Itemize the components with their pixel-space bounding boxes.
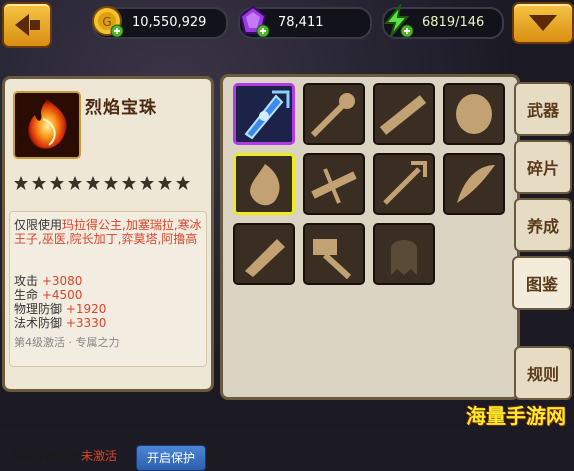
blue-trident-icon [236, 86, 292, 142]
site-watermark: 海量手游网 [466, 404, 566, 428]
svg-text:G: G [102, 15, 111, 29]
energy-bolt-plus-icon [383, 4, 414, 38]
star-icon [50, 176, 64, 190]
ghost-spirit-icon [375, 225, 433, 283]
stone-orb-icon [445, 85, 503, 143]
star-icon [68, 176, 82, 190]
gold-counter[interactable]: G 10,550,929 [92, 6, 228, 39]
grid-slot[interactable] [443, 83, 505, 145]
back-button[interactable] [2, 2, 52, 48]
grid-slot[interactable] [303, 223, 365, 285]
gem-value: 78,411 [278, 15, 324, 30]
grid-slot[interactable] [373, 153, 435, 215]
war-club-icon [375, 85, 433, 143]
gold-coin-plus-icon: G [92, 6, 124, 38]
stat-attack: 攻击 +3080 [14, 274, 83, 288]
tab-cultivate[interactable]: 养成 [514, 198, 572, 252]
purple-gem-plus-icon [239, 5, 270, 38]
stat-list: 攻击 +3080 生命 +4500 物理防御 +1920 法术防御 +3330 [14, 274, 204, 330]
item-detail-panel: 烈焰宝珠 仅限使用玛拉得公主,加塞瑞拉,寒冰王子,巫医,院长加丁,弈莫塔,阿撸高… [2, 76, 214, 471]
gem-counter[interactable]: 78,411 [238, 5, 372, 39]
grid-slot[interactable] [303, 153, 365, 215]
spiked-mace-icon [305, 85, 363, 143]
back-arrow-icon [14, 14, 29, 36]
grid-slot[interactable] [233, 153, 295, 215]
item-grid-panel [220, 74, 520, 400]
tab-fragments[interactable]: 碎片 [514, 140, 572, 194]
tab-weapons[interactable]: 武器 [514, 82, 572, 136]
dropdown-menu-button[interactable] [512, 2, 574, 44]
star-icon [104, 176, 118, 190]
tab-collection[interactable]: 图鉴 [512, 256, 572, 310]
stat-magic-defense: 法术防御 +3330 [14, 316, 107, 330]
star-icon [176, 176, 190, 190]
star-icon [32, 176, 46, 190]
usable-heroes-text: 仅限使用玛拉得公主,加塞瑞拉,寒冰王子,巫医,院长加丁,弈莫塔,阿撸高 [14, 218, 202, 246]
grid-slot[interactable] [373, 83, 435, 145]
tab-rules[interactable]: 规则 [514, 346, 572, 400]
star-icon [14, 176, 28, 190]
star-icon [122, 176, 136, 190]
item-name: 烈焰宝珠 [85, 98, 157, 118]
grid-slot[interactable] [443, 153, 505, 215]
grid-slot[interactable] [233, 83, 295, 145]
hammer-icon [305, 225, 363, 283]
star-icon [140, 176, 154, 190]
stat-hp: 生命 +4500 [14, 288, 83, 302]
grid-slot[interactable] [303, 83, 365, 145]
chevron-down-icon [529, 15, 557, 31]
flame-orb-icon [236, 156, 292, 212]
star-icon [158, 176, 172, 190]
flame-orb-icon [13, 91, 81, 159]
enable-protect-button[interactable]: 开启保护 [136, 445, 206, 471]
item-description: 仅限使用玛拉得公主,加塞瑞拉,寒冰王子,巫医,院长加丁,弈莫塔,阿撸高 攻击 +… [9, 211, 207, 367]
crossbow-icon [305, 155, 363, 213]
energy-value: 6819/146 [422, 15, 485, 30]
description-more-text: 第4级激活 · 专属之力 [14, 336, 120, 349]
trident-scepter-icon [375, 155, 433, 213]
star-icon [86, 176, 100, 190]
curved-blade-icon [445, 155, 503, 213]
stat-physical-defense: 物理防御 +1920 [14, 302, 107, 316]
grid-slot[interactable] [373, 223, 435, 285]
star-rating [13, 175, 191, 191]
protect-status: 当前保护状态未激活 [9, 449, 118, 463]
gold-value: 10,550,929 [132, 15, 207, 30]
grid-slot[interactable] [233, 223, 295, 285]
energy-counter[interactable]: 6819/146 [382, 4, 504, 39]
spiked-gauntlet-icon [235, 225, 293, 283]
